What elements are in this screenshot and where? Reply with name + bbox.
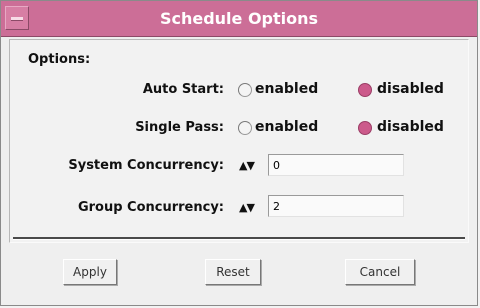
system-concurrency-spinner[interactable]: ▲▼ bbox=[239, 159, 255, 172]
group-concurrency-label: Group Concurrency: bbox=[77, 200, 224, 215]
auto-start-label: Auto Start: bbox=[142, 82, 224, 97]
options-heading: Options: bbox=[28, 52, 91, 67]
group-concurrency-spinner[interactable]: ▲▼ bbox=[239, 201, 255, 214]
single-pass-label: Single Pass: bbox=[135, 120, 224, 135]
system-concurrency-input[interactable] bbox=[268, 154, 404, 176]
schedule-options-dialog: Schedule Options Options: Auto Start: en… bbox=[0, 0, 478, 306]
single-pass-disabled-radio[interactable] bbox=[358, 121, 372, 135]
auto-start-enabled-radio[interactable] bbox=[238, 83, 252, 97]
options-panel: Options: Auto Start: enabled disabled Si… bbox=[9, 39, 469, 243]
auto-start-enabled-label[interactable]: enabled bbox=[255, 81, 318, 97]
group-concurrency-input[interactable] bbox=[268, 195, 404, 217]
single-pass-enabled-radio[interactable] bbox=[238, 121, 252, 135]
single-pass-disabled-label[interactable]: disabled bbox=[377, 119, 444, 135]
single-pass-enabled-label[interactable]: enabled bbox=[255, 119, 318, 135]
auto-start-disabled-label[interactable]: disabled bbox=[377, 81, 444, 97]
reset-button[interactable]: Reset bbox=[205, 259, 261, 285]
cancel-button[interactable]: Cancel bbox=[345, 259, 415, 285]
auto-start-disabled-radio[interactable] bbox=[358, 83, 372, 97]
apply-button[interactable]: Apply bbox=[63, 259, 117, 285]
title-bar[interactable]: Schedule Options bbox=[1, 1, 477, 37]
button-separator bbox=[13, 237, 465, 240]
system-concurrency-label: System Concurrency: bbox=[68, 158, 224, 173]
window-title: Schedule Options bbox=[159, 9, 319, 28]
